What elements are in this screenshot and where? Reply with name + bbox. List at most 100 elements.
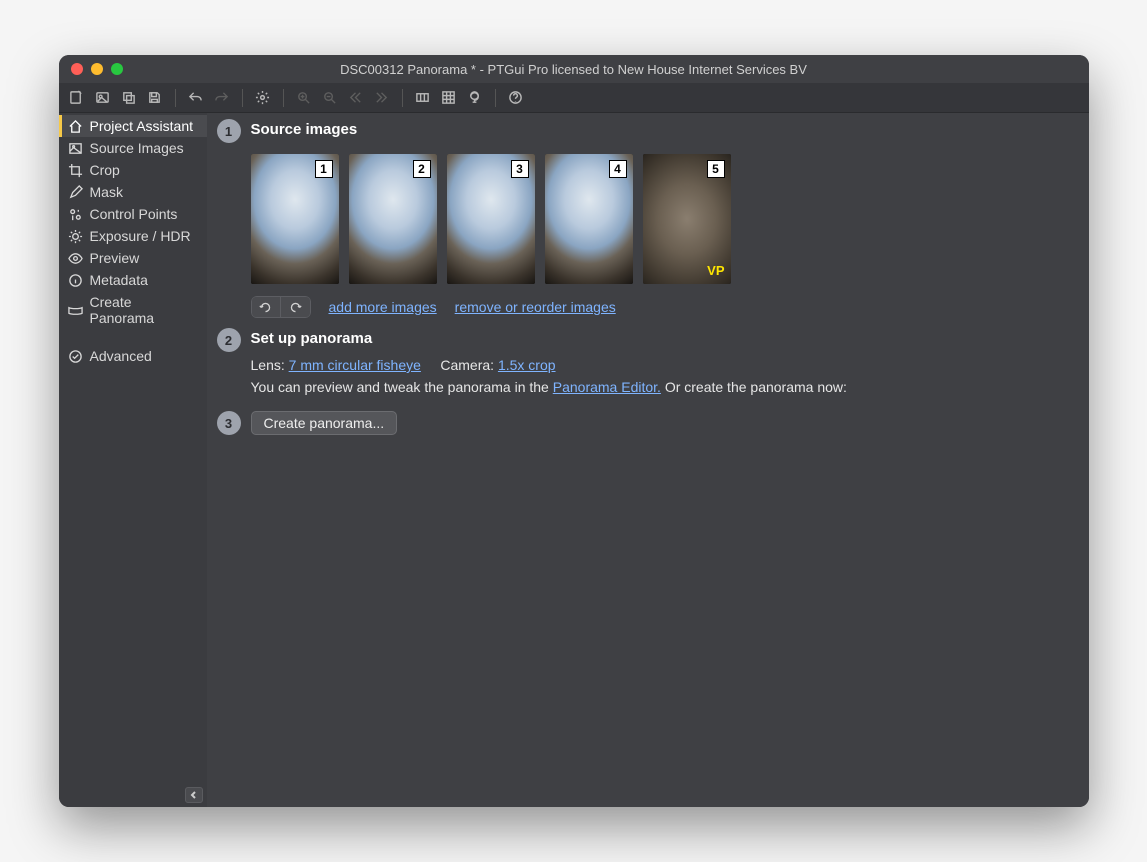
sidebar-item-label: Project Assistant — [90, 118, 194, 134]
panorama-editor-link[interactable]: Panorama Editor. — [553, 379, 661, 395]
sidebar-item-label: Mask — [90, 184, 123, 200]
sidebar-item-label: Exposure / HDR — [90, 228, 191, 244]
toolbar-separator — [495, 89, 496, 107]
rotate-ccw-button[interactable] — [251, 296, 281, 318]
panorama-editor-icon[interactable] — [411, 86, 435, 110]
main-content: 1 Source images 1 2 — [207, 113, 1089, 807]
sidebar-item-label: Source Images — [90, 140, 184, 156]
rotate-ccw-icon — [259, 301, 272, 314]
sidebar-item-label: Crop — [90, 162, 120, 178]
thumb-3[interactable]: 3 — [447, 154, 535, 284]
panorama-icon — [68, 303, 83, 318]
sidebar-item-label: Advanced — [90, 348, 152, 364]
step-body: Set up panorama Lens: 7 mm circular fish… — [251, 328, 1079, 401]
sidebar-item-project-assistant[interactable]: Project Assistant — [59, 115, 207, 137]
step-badge: 1 — [217, 119, 241, 143]
zoom-window-button[interactable] — [111, 63, 123, 75]
step-title: Source images — [251, 121, 1079, 138]
sidebar-item-label: Create Panorama — [90, 294, 199, 326]
thumbnail-strip: 1 2 3 4 — [251, 154, 1079, 284]
rotate-buttons — [251, 296, 311, 318]
copy-icon[interactable] — [117, 86, 141, 110]
brush-icon — [68, 185, 83, 200]
hint-icon[interactable] — [463, 86, 487, 110]
undo-icon[interactable] — [184, 86, 208, 110]
nav-list: Project Assistant Source Images Crop Mas… — [59, 113, 207, 367]
window-controls — [59, 63, 123, 75]
home-icon — [68, 119, 83, 134]
sidebar-item-control-points[interactable]: Control Points — [59, 203, 207, 225]
step-body: Create panorama... — [251, 411, 1079, 435]
next-icon[interactable] — [370, 86, 394, 110]
thumb-num: 4 — [609, 160, 627, 178]
thumb-num: 3 — [511, 160, 529, 178]
app-window: DSC00312 Panorama * - PTGui Pro licensed… — [59, 55, 1089, 807]
toolbar-separator — [242, 89, 243, 107]
thumb-num: 5 — [707, 160, 725, 178]
step-badge: 3 — [217, 411, 241, 435]
step-3: 3 Create panorama... — [217, 411, 1079, 435]
preview-hint-post: Or create the panorama now: — [665, 379, 847, 395]
window-title: DSC00312 Panorama * - PTGui Pro licensed… — [59, 62, 1089, 77]
rotate-cw-icon — [289, 301, 302, 314]
create-panorama-button[interactable]: Create panorama... — [251, 411, 398, 435]
zoom-out-icon[interactable] — [318, 86, 342, 110]
sidebar-item-label: Control Points — [90, 206, 178, 222]
close-window-button[interactable] — [71, 63, 83, 75]
lens-camera-line: Lens: 7 mm circular fisheye Camera: 1.5x… — [251, 357, 1079, 373]
remove-reorder-images-link[interactable]: remove or reorder images — [455, 299, 616, 315]
chevron-check-icon — [68, 349, 83, 364]
sidebar-item-source-images[interactable]: Source Images — [59, 137, 207, 159]
add-more-images-link[interactable]: add more images — [329, 299, 437, 315]
camera-value-link[interactable]: 1.5x crop — [498, 357, 556, 373]
eye-icon — [68, 251, 83, 266]
info-icon — [68, 273, 83, 288]
settings-icon[interactable] — [251, 86, 275, 110]
sidebar-item-exposure-hdr[interactable]: Exposure / HDR — [59, 225, 207, 247]
thumb-num: 1 — [315, 160, 333, 178]
new-project-icon[interactable] — [65, 86, 89, 110]
sidebar-item-label: Metadata — [90, 272, 148, 288]
vp-badge: VP — [707, 263, 724, 278]
thumb-1[interactable]: 1 — [251, 154, 339, 284]
camera-label: Camera: — [440, 357, 494, 373]
sidebar-item-metadata[interactable]: Metadata — [59, 269, 207, 291]
chevron-left-icon — [190, 791, 198, 799]
toolbar-separator — [402, 89, 403, 107]
step-badge: 2 — [217, 328, 241, 352]
help-icon[interactable] — [504, 86, 528, 110]
grid-icon[interactable] — [437, 86, 461, 110]
rotate-cw-button[interactable] — [281, 296, 311, 318]
step1-controls: add more images remove or reorder images — [251, 296, 1079, 318]
sidebar-item-preview[interactable]: Preview — [59, 247, 207, 269]
lens-label: Lens: — [251, 357, 285, 373]
toolbar-separator — [175, 89, 176, 107]
toolbar — [59, 83, 1089, 113]
thumb-4[interactable]: 4 — [545, 154, 633, 284]
zoom-in-icon[interactable] — [292, 86, 316, 110]
body: Project Assistant Source Images Crop Mas… — [59, 113, 1089, 807]
lens-value-link[interactable]: 7 mm circular fisheye — [289, 357, 421, 373]
preview-hint-pre: You can preview and tweak the panorama i… — [251, 379, 553, 395]
pins-icon — [68, 207, 83, 222]
crop-icon — [68, 163, 83, 178]
step-body: Source images 1 2 3 — [251, 119, 1079, 318]
sidebar-item-crop[interactable]: Crop — [59, 159, 207, 181]
preview-hint-line: You can preview and tweak the panorama i… — [251, 379, 1079, 395]
redo-icon[interactable] — [210, 86, 234, 110]
step-1: 1 Source images 1 2 — [217, 119, 1079, 318]
sidebar-item-create-panorama[interactable]: Create Panorama — [59, 291, 207, 329]
sidebar-item-advanced[interactable]: Advanced — [59, 345, 207, 367]
titlebar: DSC00312 Panorama * - PTGui Pro licensed… — [59, 55, 1089, 83]
thumb-num: 2 — [413, 160, 431, 178]
prev-icon[interactable] — [344, 86, 368, 110]
save-icon[interactable] — [143, 86, 167, 110]
sidebar-item-mask[interactable]: Mask — [59, 181, 207, 203]
thumb-5[interactable]: 5 VP — [643, 154, 731, 284]
step-title: Set up panorama — [251, 330, 1079, 347]
thumb-2[interactable]: 2 — [349, 154, 437, 284]
sidebar-collapse-button[interactable] — [185, 787, 203, 803]
add-image-icon[interactable] — [91, 86, 115, 110]
minimize-window-button[interactable] — [91, 63, 103, 75]
step-2: 2 Set up panorama Lens: 7 mm circular fi… — [217, 328, 1079, 401]
